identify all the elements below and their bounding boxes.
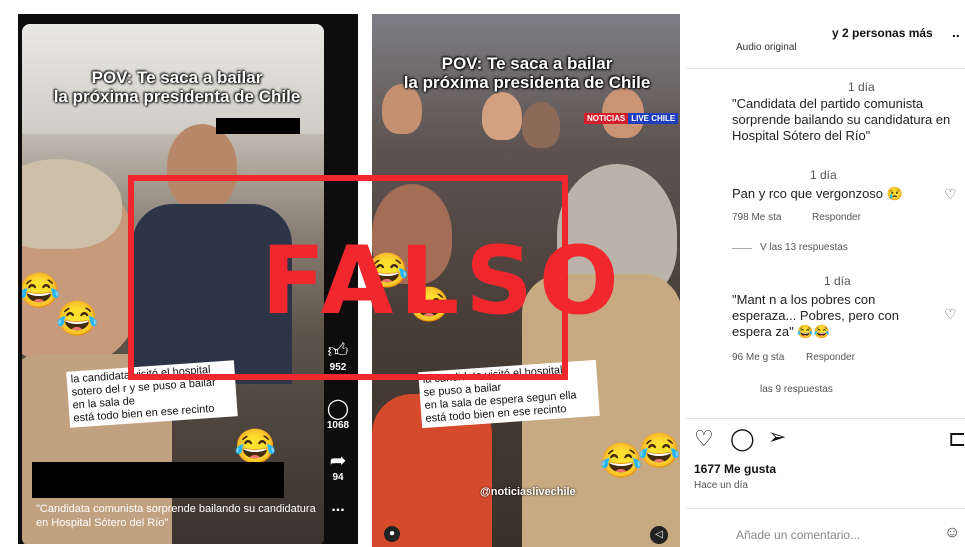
posted-time: Hace un día [694, 480, 748, 491]
audio-label[interactable]: Audio original [736, 42, 797, 53]
add-comment-input[interactable]: Añade un comentario... [736, 528, 860, 542]
news-badge: NOTICIAS LIVE CHILE [584, 113, 679, 124]
news-badge-part-2: LIVE CHILE [628, 113, 679, 124]
comment-time: 1 día [824, 274, 851, 288]
comment-likes[interactable]: 96 Me g sta [732, 352, 784, 363]
view-replies[interactable]: las 9 respuestas [760, 384, 833, 395]
overlay-title: POV: Te saca a bailar la próxima preside… [402, 54, 652, 92]
redaction-box [216, 118, 300, 134]
reply-button[interactable]: Responder [806, 352, 855, 363]
comment-text: "Candidata del partido comunista sorpren… [732, 96, 951, 143]
bookmark-icon[interactable]: ⊏ [948, 428, 965, 450]
share-icon: ➦ [329, 450, 347, 472]
emoji-picker-icon[interactable]: ☺ [944, 524, 960, 542]
menu-button[interactable]: .. [952, 24, 960, 40]
divider [686, 508, 965, 509]
like-heart-icon[interactable]: ♡ [694, 428, 714, 450]
comment-text: "Mant n a los pobres con esperaza... Pob… [732, 292, 899, 339]
laughing-emoji: 😂 [600, 442, 643, 480]
more-icon: ... [331, 498, 345, 515]
heart-icon[interactable]: ♡ [944, 186, 957, 203]
hair-woman [22, 159, 122, 249]
comment-icon[interactable]: ◯ [730, 428, 755, 450]
heart-icon[interactable]: ♡ [944, 306, 957, 323]
laughing-emoji: 😂 [234, 428, 277, 466]
laughing-emoji: 😂 [22, 272, 61, 310]
title-line-2: la próxima presidenta de Chile [403, 73, 651, 92]
comment-count: 1068 [326, 420, 350, 431]
crowd-face [522, 102, 560, 148]
divider [686, 418, 965, 419]
laughing-emoji: 😂 [638, 432, 680, 470]
redaction-box [32, 462, 284, 498]
title-line-1: POV: Te saca a bailar [91, 68, 263, 87]
divider [686, 68, 965, 69]
comments-panel: y 2 personas más .. Audio original 1 día… [686, 14, 965, 547]
view-replies[interactable]: V las 13 respuestas [760, 242, 848, 253]
send-icon[interactable]: ➢ [768, 426, 786, 448]
more-button[interactable]: ... [322, 498, 354, 516]
mute-icon[interactable]: ◁ [650, 526, 668, 544]
false-stamp-text: FALSO [261, 227, 625, 336]
overlay-title: POV: Te saca a bailar la próxima preside… [52, 68, 302, 106]
bottom-caption: "Candidata comunista sorprende bailando … [36, 503, 316, 529]
laughing-emoji: 😂 [56, 300, 99, 338]
share-button[interactable]: ➦ 94 [322, 450, 354, 483]
account-handle: @noticiaslivechile [480, 486, 576, 498]
likes-total[interactable]: 1677 Me gusta [694, 462, 776, 476]
share-count: 94 [332, 472, 344, 483]
reply-button[interactable]: Responder [812, 212, 861, 223]
comment-time: 1 día [810, 168, 837, 182]
profile-icon[interactable]: ● [384, 526, 400, 542]
comment-text: Pan y rco que vergonzoso 😢 [732, 186, 903, 201]
header-others[interactable]: y 2 personas más [832, 26, 933, 40]
divider [732, 248, 752, 249]
title-line-2: la próxima presidenta de Chile [53, 87, 301, 106]
comment-likes[interactable]: 798 Me sta [732, 212, 781, 223]
title-line-1: POV: Te saca a bailar [441, 54, 613, 73]
news-badge-part-1: NOTICIAS [584, 113, 629, 124]
comment-button[interactable]: ◯ 1068 [322, 398, 354, 431]
crowd-face [482, 92, 522, 140]
comment-time: 1 día [848, 80, 875, 94]
comment-icon: ◯ [326, 398, 350, 420]
